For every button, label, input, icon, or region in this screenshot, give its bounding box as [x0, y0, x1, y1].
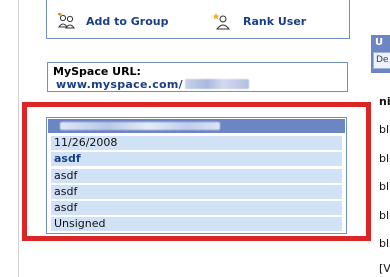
right-line: bl [379, 209, 390, 222]
right-line: bl [379, 237, 390, 250]
contact-box: Add to Group Rank User [46, 0, 350, 39]
right-panel-button[interactable]: De [373, 52, 390, 69]
myspace-url-link[interactable]: www.myspace.com/ [56, 78, 249, 91]
redacted-username [184, 79, 249, 89]
myspace-url-prefix: www.myspace.com/ [56, 78, 183, 91]
right-link-bottom[interactable]: [V [379, 262, 390, 275]
right-panel-title: U [375, 37, 384, 48]
add-to-group-link[interactable]: Add to Group [86, 15, 168, 28]
profile-page: Add to Group Rank User MySpace URL: www.… [0, 0, 390, 277]
highlight-frame [22, 102, 371, 241]
rank-user-link[interactable]: Rank User [243, 15, 306, 28]
right-panel-tab: U De [371, 35, 390, 73]
right-heading: ni [379, 95, 390, 108]
myspace-url-label: MySpace URL: [53, 65, 141, 78]
left-divider [18, 0, 19, 277]
right-line: bl [379, 180, 390, 193]
add-group-icon [57, 12, 75, 29]
right-line: bl [379, 123, 390, 136]
myspace-url-box: MySpace URL: www.myspace.com/ [47, 62, 348, 92]
rank-user-icon [212, 13, 231, 30]
right-line: bl [379, 152, 390, 165]
